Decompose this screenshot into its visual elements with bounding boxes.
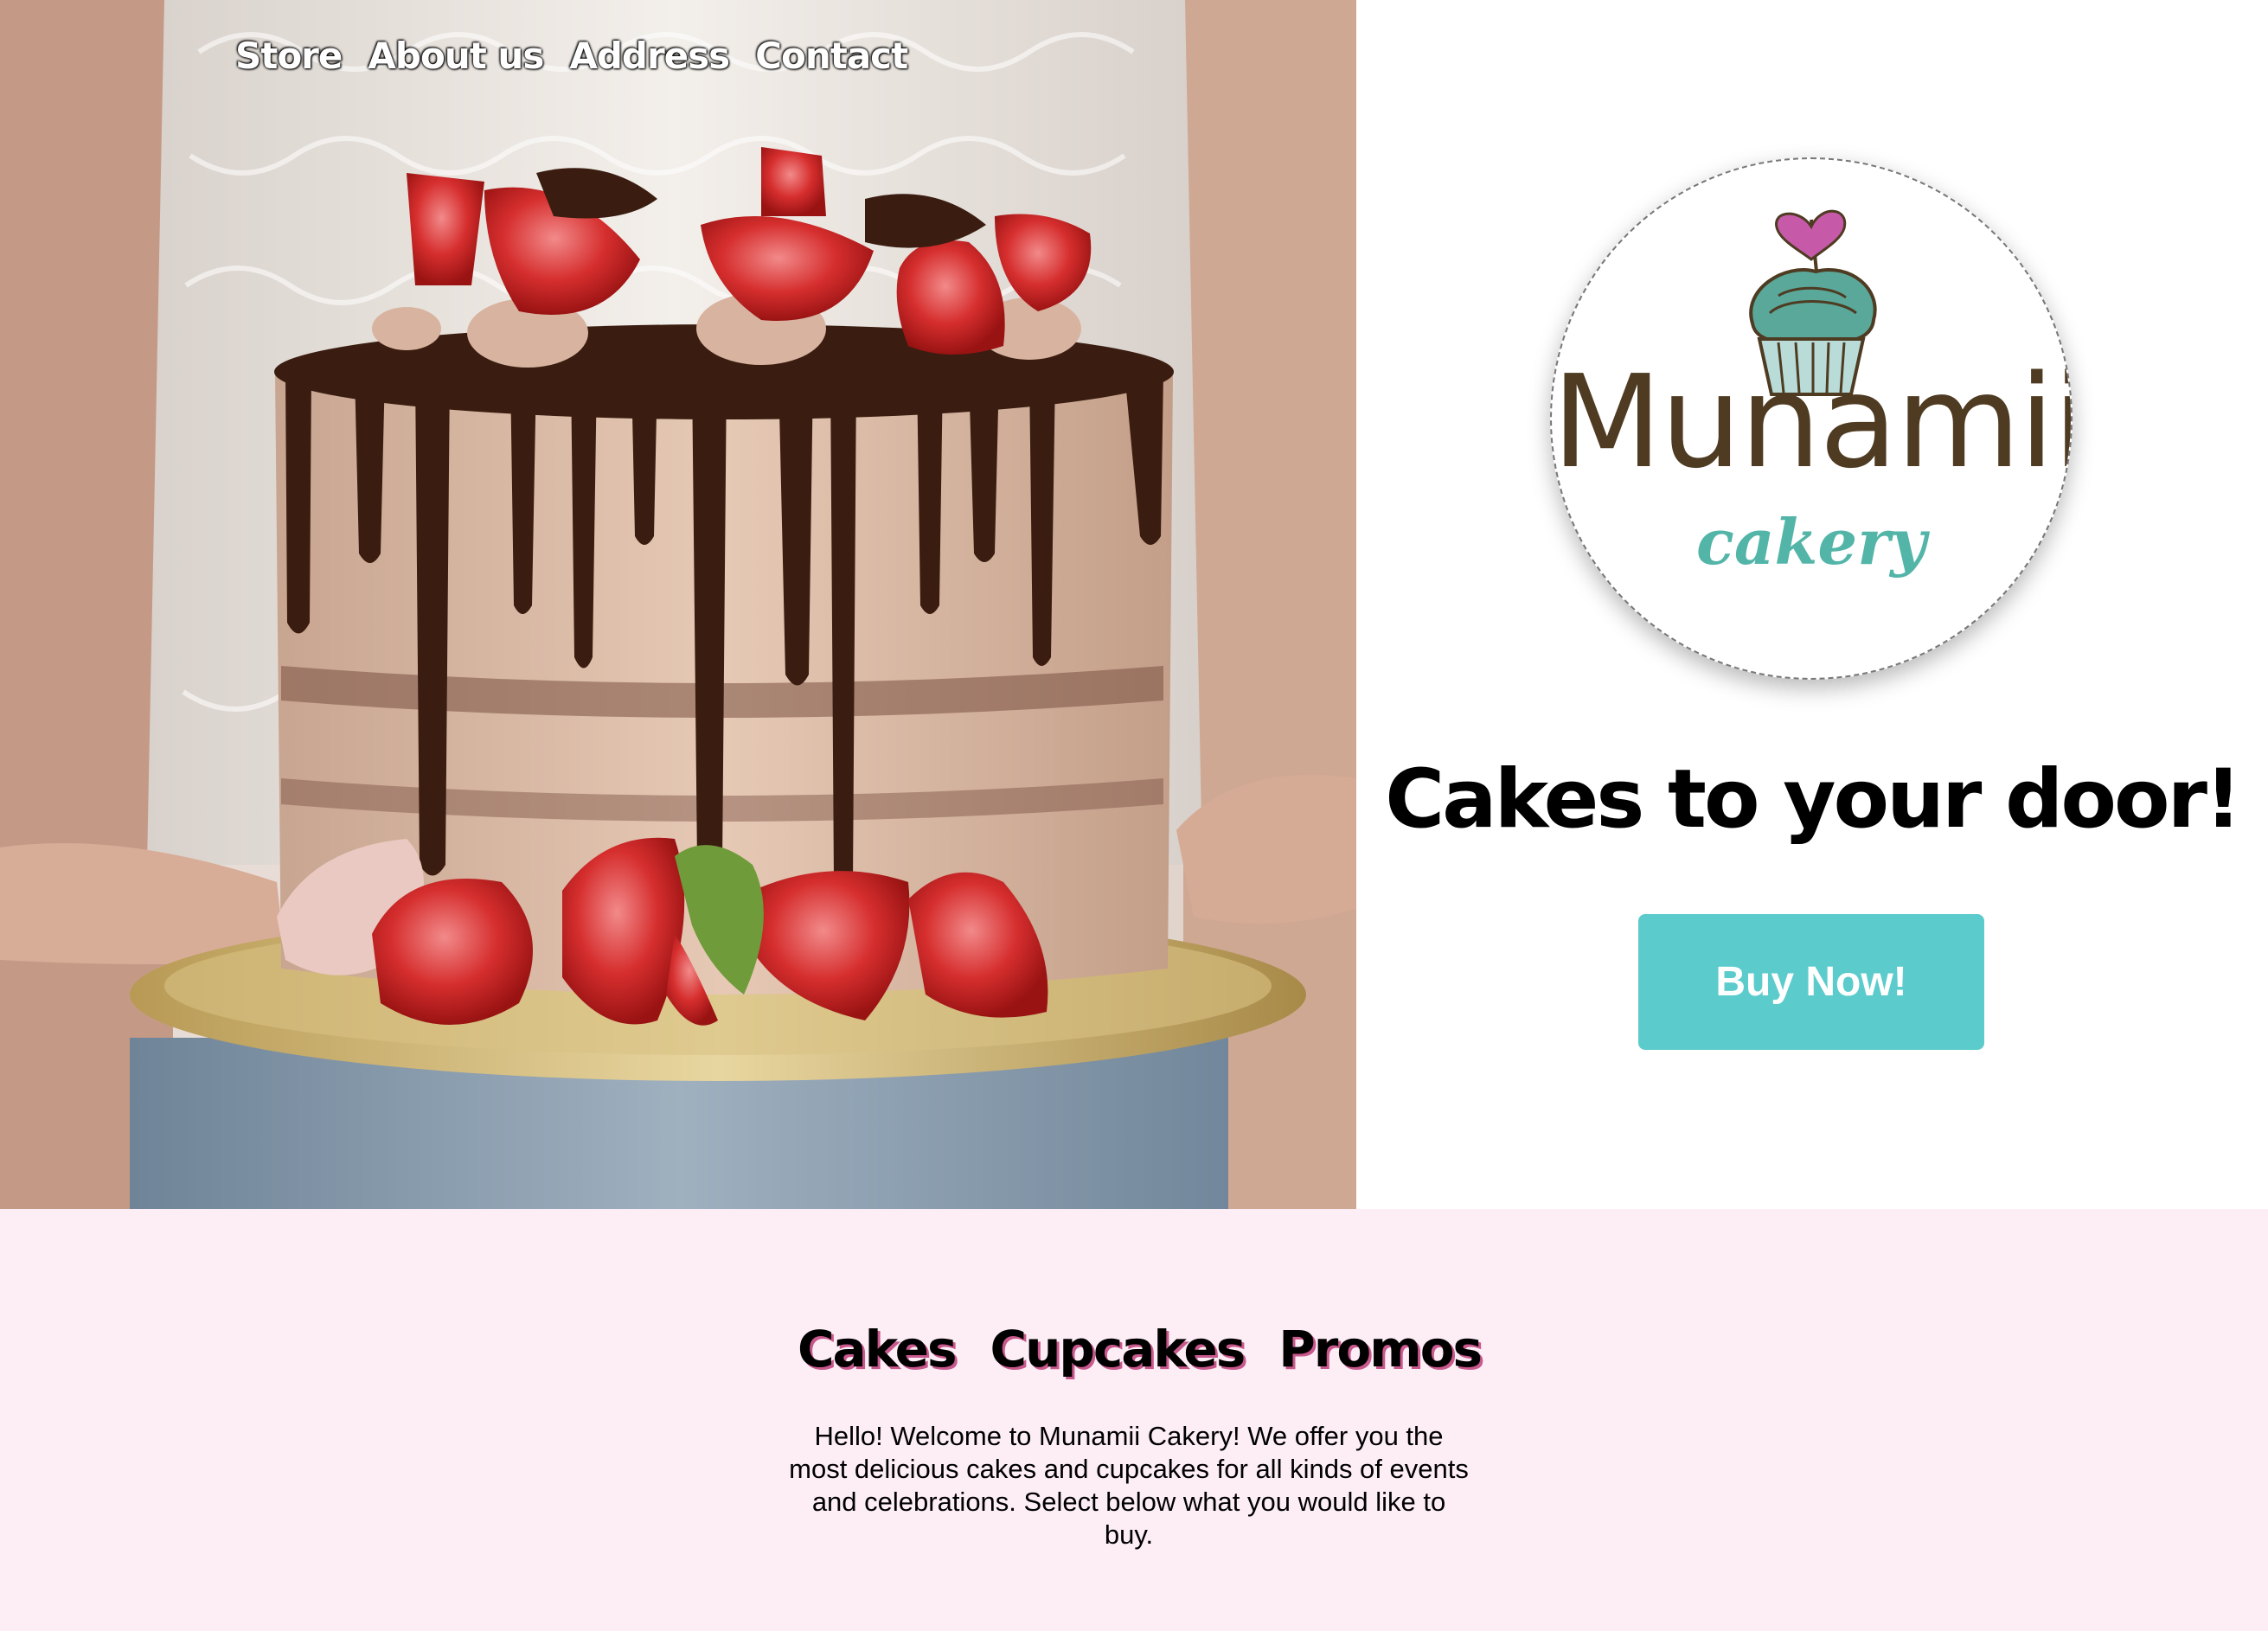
hero-tagline: Cakes to your door!	[1385, 752, 2242, 847]
nav-item-address[interactable]: Address	[569, 35, 730, 77]
brand-logo: Munamii cakery	[1550, 157, 2073, 680]
category-cupcakes[interactable]: Cupcakes	[990, 1320, 1246, 1378]
nav-item-contact[interactable]: Contact	[755, 35, 908, 77]
category-promos[interactable]: Promos	[1278, 1320, 1483, 1378]
category-nav: Cakes Cupcakes Promos	[0, 1320, 2268, 1378]
hero-section: Store About us Address Contact Munamii c…	[0, 0, 2268, 1209]
cake-illustration	[0, 0, 1356, 1209]
nav-item-about-us[interactable]: About us	[368, 35, 544, 77]
intro-section: Cakes Cupcakes Promos Hello! Welcome to …	[0, 1209, 2268, 1631]
welcome-text: Hello! Welcome to Munamii Cakery! We off…	[789, 1421, 1469, 1550]
nav-item-store[interactable]: Store	[235, 35, 343, 77]
category-cakes[interactable]: Cakes	[798, 1320, 958, 1378]
logo-subtitle: cakery	[1696, 505, 1926, 579]
hero-cake-photo	[0, 0, 1356, 1209]
buy-now-button[interactable]: Buy Now!	[1638, 914, 1984, 1050]
top-nav: Store About us Address Contact	[235, 35, 908, 77]
logo-wordmark: Munamii	[1552, 348, 2073, 496]
